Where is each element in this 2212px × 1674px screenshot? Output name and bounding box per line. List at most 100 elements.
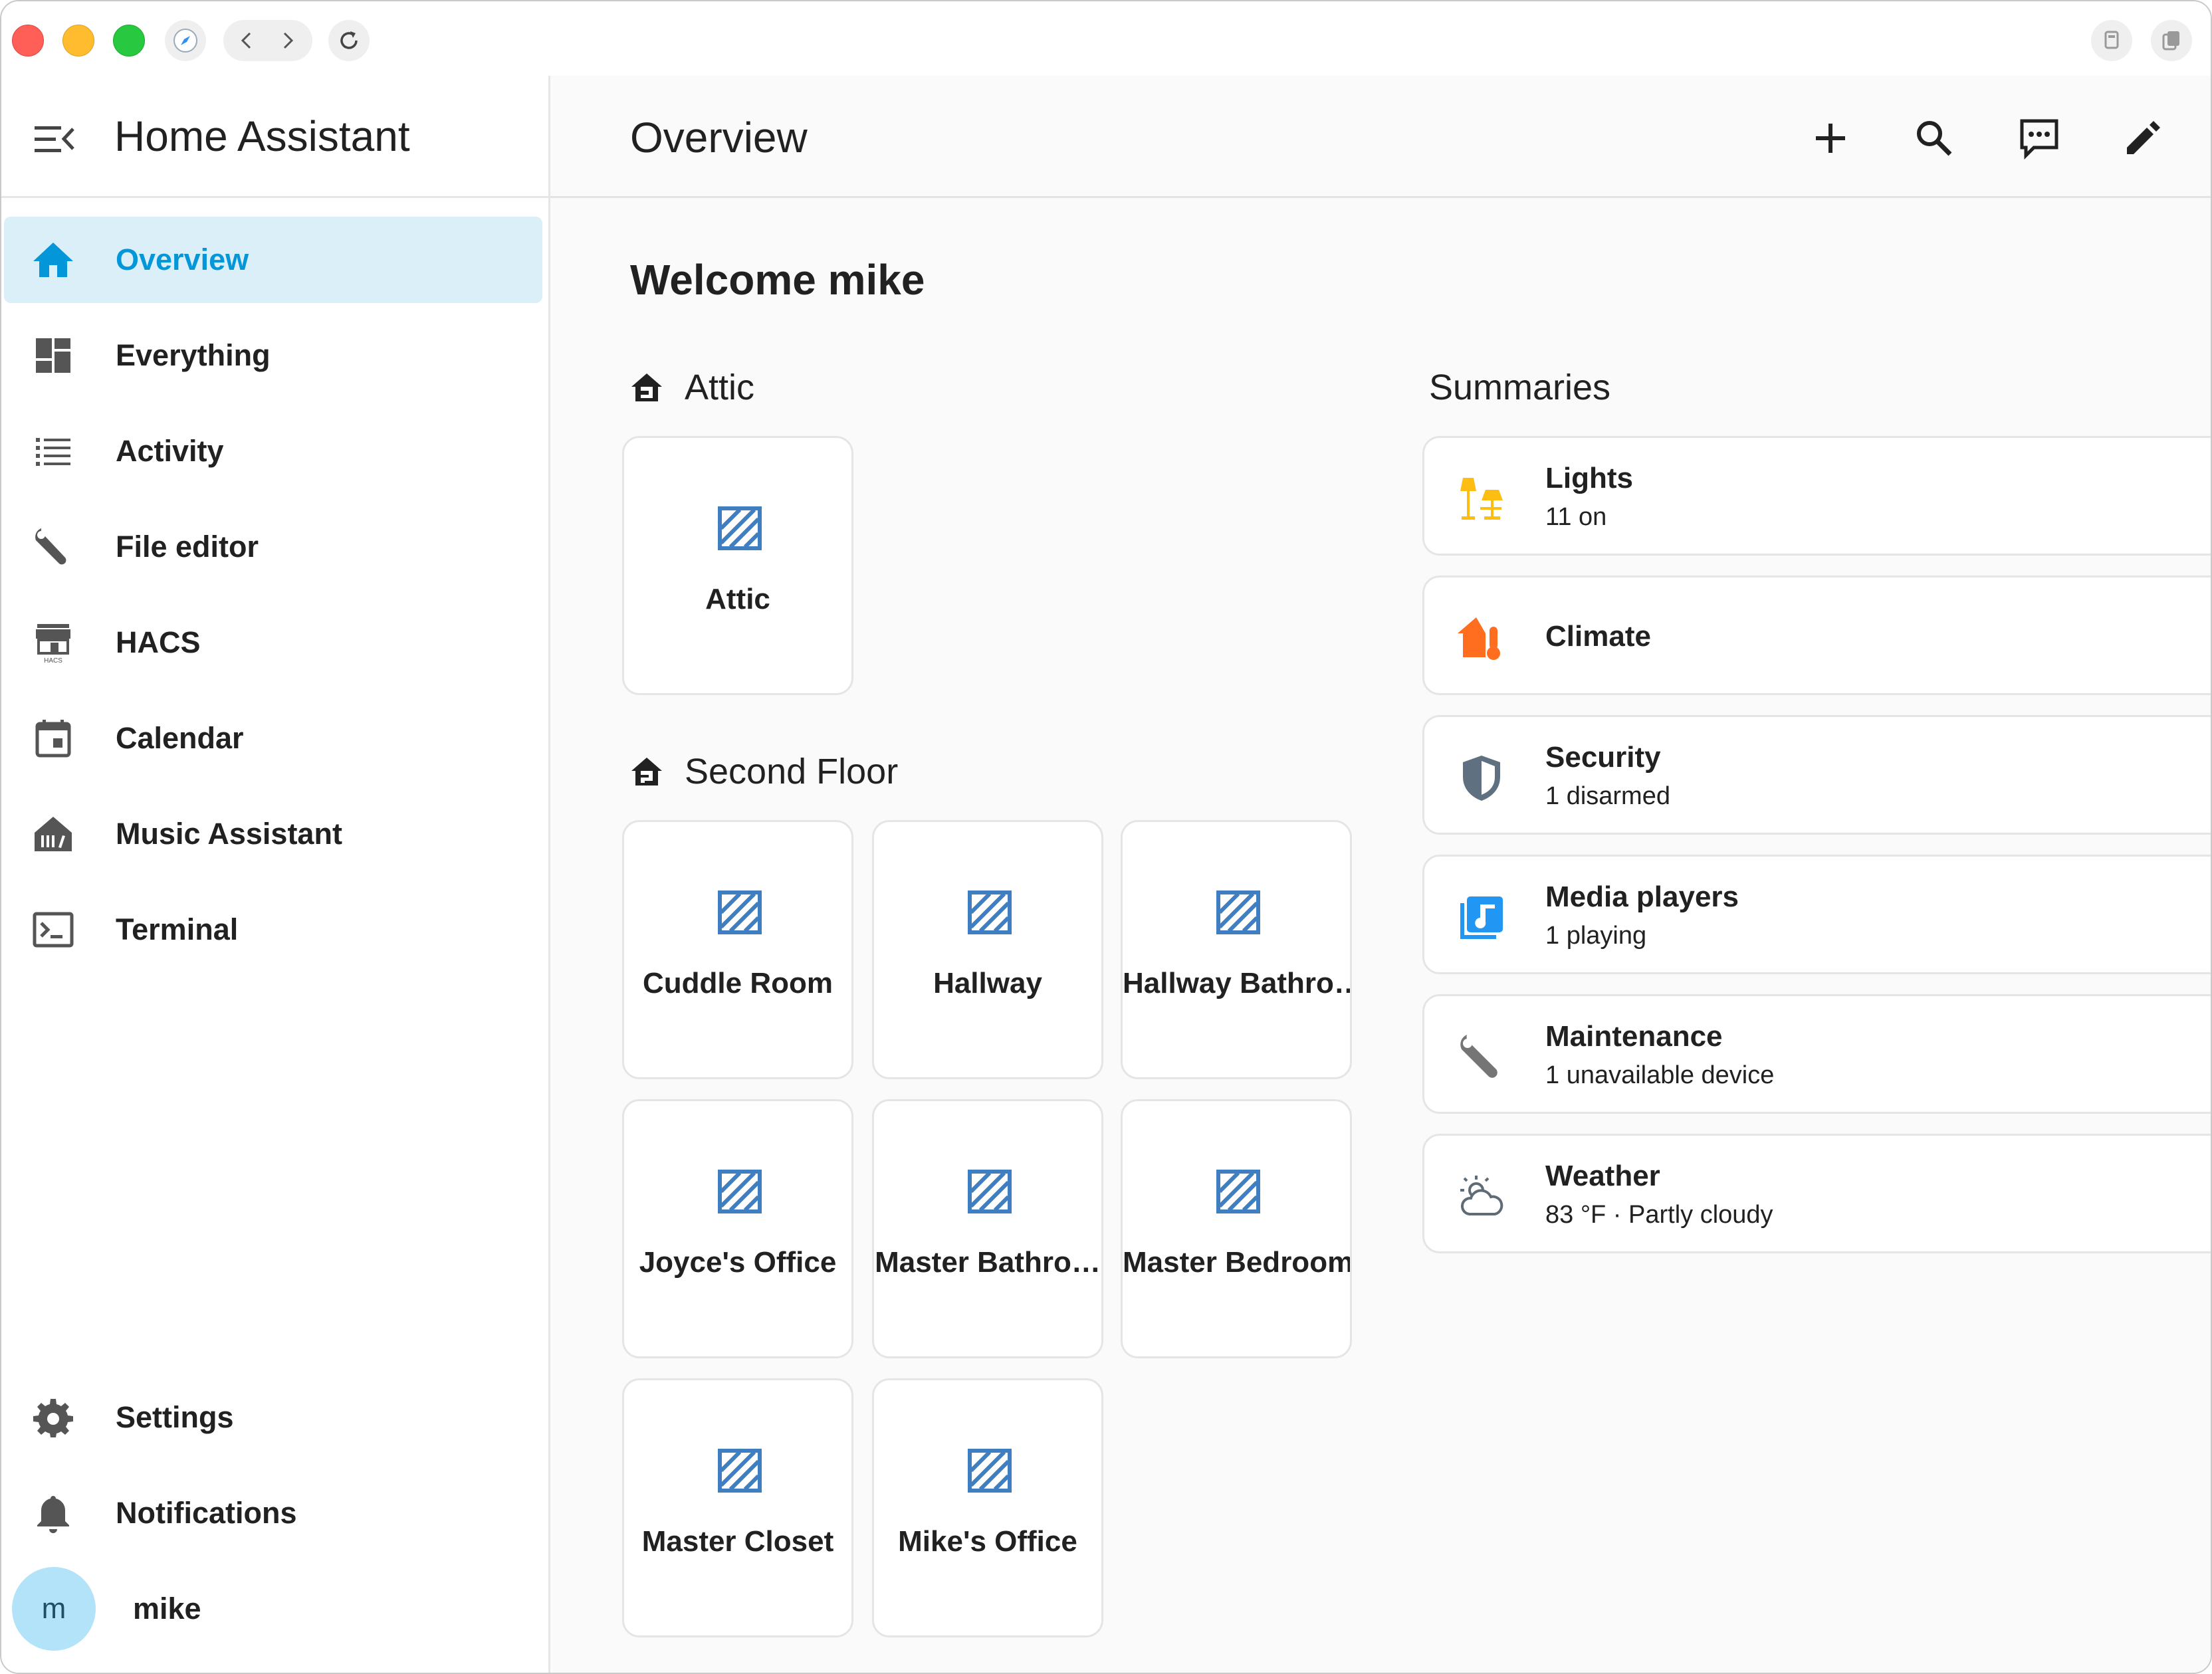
avatar-initial: m (41, 1592, 66, 1625)
floor-name: Attic (685, 367, 755, 407)
avatar: m (12, 1567, 96, 1651)
area-card-master-closet[interactable]: Master Closet (622, 1378, 853, 1637)
sidebar-item-file-editor[interactable]: File editor (4, 504, 542, 590)
sidebar-item-everything[interactable]: Everything (4, 312, 542, 399)
summary-subtitle: 1 disarmed (1545, 782, 1670, 810)
sidebar-item-hacs[interactable]: HACS HACS (4, 599, 542, 686)
add-button[interactable] (1805, 113, 1856, 163)
sidebar-item-calendar[interactable]: Calendar (4, 695, 542, 782)
sidebar-item-label: Calendar (116, 721, 244, 755)
area-name: Joyce's Office (639, 1246, 837, 1279)
summary-subtitle: 11 on (1545, 503, 1607, 531)
area-name: Attic (705, 583, 770, 615)
summary-title: Climate (1545, 620, 1651, 653)
area-placeholder-icon (968, 1449, 1012, 1493)
area-card-hallway[interactable]: Hallway (872, 820, 1103, 1079)
search-button[interactable] (1909, 113, 1959, 163)
sidebar: Home Assistant Overview Everything Activ… (1, 76, 550, 1673)
weather-partly-cloudy-icon (1460, 1176, 1503, 1215)
sidebar-item-user[interactable]: m mike (4, 1566, 542, 1652)
floor-heading-attic: Attic (630, 367, 754, 408)
svg-text:HACS: HACS (44, 657, 62, 664)
forward-icon[interactable] (276, 30, 298, 51)
back-icon[interactable] (237, 30, 258, 51)
compass-button[interactable] (165, 20, 206, 61)
floor-icon (631, 373, 662, 401)
area-name: Master Bedroom (1123, 1246, 1350, 1279)
title-bar (1, 1, 2211, 76)
home-icon (33, 243, 73, 277)
sidebar-item-label: Activity (116, 434, 224, 468)
area-placeholder-icon (718, 890, 762, 934)
sidebar-item-activity[interactable]: Activity (4, 408, 542, 494)
floor-icon (631, 758, 662, 785)
summary-card-media-players[interactable]: Media players 1 playing (1422, 855, 2211, 974)
summary-title: Media players (1545, 881, 1739, 913)
reload-icon (340, 31, 358, 49)
area-placeholder-icon (718, 1449, 762, 1493)
hacs-store-icon: HACS (36, 624, 70, 664)
area-placeholder-icon (718, 1170, 762, 1213)
summary-card-lights[interactable]: Lights 11 on (1422, 436, 2211, 556)
area-card-hallway-bathroom[interactable]: Hallway Bathro… (1121, 820, 1352, 1079)
area-card-master-bedroom[interactable]: Master Bedroom (1121, 1099, 1352, 1358)
bell-icon (37, 1496, 69, 1533)
wrench-icon (35, 528, 66, 565)
area-card-joyces-office[interactable]: Joyce's Office (622, 1099, 853, 1358)
area-placeholder-icon (1216, 890, 1260, 934)
summary-card-weather[interactable]: Weather 83 °F · Partly cloudy (1422, 1134, 2211, 1253)
add-icon (1816, 124, 1845, 153)
menu-collapse-icon[interactable] (33, 120, 76, 158)
area-placeholder-icon (968, 890, 1012, 934)
area-card-cuddle-room[interactable]: Cuddle Room (622, 820, 853, 1079)
windows-button[interactable] (2151, 20, 2192, 61)
summary-card-security[interactable]: Security 1 disarmed (1422, 715, 2211, 835)
lamps-icon (1460, 478, 1503, 520)
area-card-attic[interactable]: Attic (622, 436, 853, 695)
main-panel: Overview Welcome mike Attic Attic Second… (550, 76, 2211, 1673)
list-icon (36, 438, 70, 466)
home-thermometer-icon (1458, 617, 1500, 660)
top-app-bar: Overview (550, 76, 2211, 198)
app-window: Home Assistant Overview Everything Activ… (0, 0, 2212, 1674)
terminal-icon (33, 912, 74, 948)
summary-title: Security (1545, 741, 1661, 774)
sidebar-item-notifications[interactable]: Notifications (4, 1470, 542, 1556)
area-card-master-bathroom[interactable]: Master Bathro… (872, 1099, 1103, 1358)
area-name: Cuddle Room (643, 967, 833, 999)
sidebar-item-label: File editor (116, 530, 259, 564)
shield-icon (1463, 756, 1500, 801)
sidebar-item-overview[interactable]: Overview (4, 217, 542, 303)
summary-card-maintenance[interactable]: Maintenance 1 unavailable device (1422, 994, 2211, 1114)
sidebar-item-settings[interactable]: Settings (4, 1374, 542, 1461)
area-card-mikes-office[interactable]: Mike's Office (872, 1378, 1103, 1637)
dashboard-icon (36, 338, 70, 373)
summary-subtitle: 1 playing (1545, 922, 1647, 950)
compass-icon (173, 29, 197, 52)
copy-button[interactable] (2091, 20, 2132, 61)
summary-subtitle: 83 °F · Partly cloudy (1545, 1201, 1773, 1229)
sidebar-item-label: Settings (116, 1400, 234, 1434)
sidebar-item-label: Music Assistant (116, 817, 342, 851)
sidebar-item-music-assistant[interactable]: Music Assistant (4, 791, 542, 877)
summary-card-climate[interactable]: Climate (1422, 575, 2211, 695)
summary-title: Lights (1545, 462, 1633, 494)
reload-button[interactable] (328, 20, 370, 61)
area-placeholder-icon (968, 1170, 1012, 1213)
history-nav (223, 20, 312, 61)
area-name: Mike's Office (898, 1525, 1077, 1558)
sidebar-item-label: Everything (116, 338, 271, 372)
summary-title: Maintenance (1545, 1020, 1723, 1053)
sidebar-item-terminal[interactable]: Terminal (4, 887, 542, 973)
assist-icon (2020, 119, 2058, 159)
summary-title: Weather (1545, 1160, 1660, 1192)
sidebar-item-label: Terminal (116, 912, 239, 946)
music-library-icon (35, 817, 72, 851)
close-window-button[interactable] (12, 25, 44, 56)
minimize-window-button[interactable] (62, 25, 94, 56)
app-title: Home Assistant (114, 112, 410, 160)
maximize-window-button[interactable] (113, 25, 145, 56)
edit-button[interactable] (2118, 113, 2168, 163)
assist-button[interactable] (2014, 113, 2064, 163)
calendar-icon (35, 720, 71, 758)
